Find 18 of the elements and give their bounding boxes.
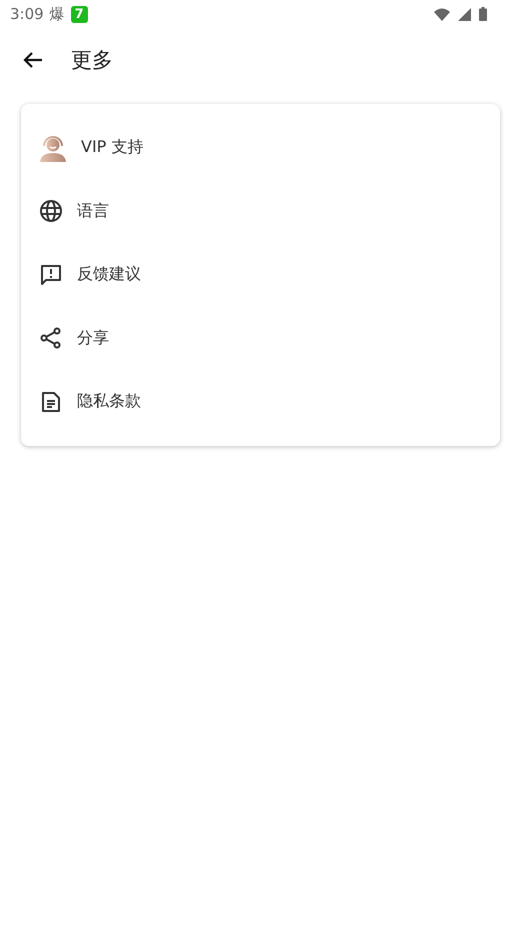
- menu-item[interactable]: 语言: [21, 180, 500, 243]
- globe-icon: [39, 199, 63, 224]
- feedback-icon: [39, 262, 63, 287]
- menu-item[interactable]: 分享: [21, 306, 500, 370]
- status-time: 3:09: [10, 5, 44, 23]
- wifi-icon: [434, 8, 450, 20]
- notification-text: 爆: [50, 4, 65, 24]
- menu-item[interactable]: 隐私条款: [21, 370, 500, 434]
- support-agent-icon: [39, 134, 67, 162]
- back-icon[interactable]: [23, 51, 43, 69]
- signal-icon: [458, 8, 471, 20]
- menu-item[interactable]: 反馈建议: [21, 243, 500, 306]
- share-icon: [39, 326, 63, 350]
- app-badge: 7: [70, 6, 88, 22]
- menu-item[interactable]: VIP 支持: [21, 116, 500, 180]
- battery-icon: [479, 7, 487, 21]
- page-title: 更多: [71, 47, 113, 74]
- document-icon: [39, 390, 63, 414]
